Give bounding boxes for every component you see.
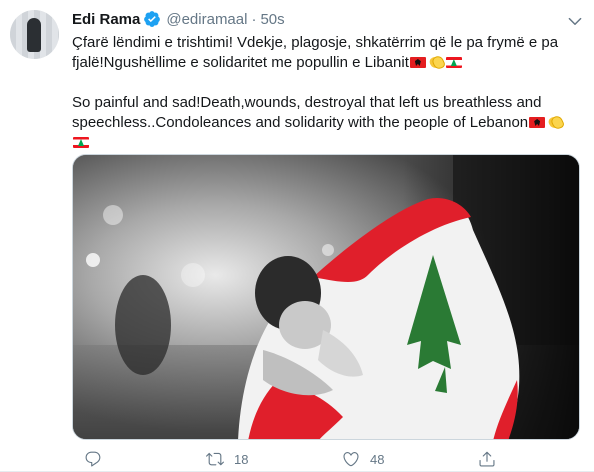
like-count: 48 bbox=[370, 451, 385, 467]
tweet-text: Çfarë lëndimi e trishtimi! Vdekje, plago… bbox=[72, 33, 584, 153]
flag-albania-icon bbox=[409, 57, 426, 68]
reply-button[interactable] bbox=[84, 450, 112, 468]
caret-down-icon[interactable] bbox=[566, 12, 584, 30]
share-button[interactable] bbox=[478, 450, 496, 468]
like-button[interactable]: 48 bbox=[342, 450, 384, 468]
timestamp[interactable]: 50s bbox=[260, 11, 284, 28]
flag-lebanon-icon bbox=[445, 57, 462, 68]
clapping-hands-icon bbox=[547, 115, 563, 129]
retweet-count: 18 bbox=[234, 451, 249, 467]
author-handle[interactable]: @ediramaal bbox=[166, 11, 247, 28]
author-name[interactable]: Edi Rama bbox=[72, 11, 140, 28]
tweet-text-line bbox=[72, 133, 584, 153]
tweet-photo[interactable] bbox=[72, 154, 580, 440]
verified-badge-icon bbox=[143, 10, 161, 28]
tweet-actions: 18 48 bbox=[72, 446, 584, 472]
separator-dot: · bbox=[251, 10, 257, 28]
share-icon bbox=[479, 451, 495, 467]
tweet-header: Edi Rama @ediramaal · 50s bbox=[72, 10, 285, 28]
tweet-text-line: speechless..Condoleances and solidarity … bbox=[72, 113, 584, 133]
photo-boy-wrapped-in-lebanese-flag bbox=[73, 155, 579, 439]
flag-albania-icon bbox=[529, 117, 546, 128]
reply-icon bbox=[85, 451, 101, 467]
tweet-text-line: So painful and sad!Death,wounds, destroy… bbox=[72, 94, 542, 111]
like-icon bbox=[343, 452, 359, 467]
tweet-text-line: Çfarë lëndimi e trishtimi! Vdekje, plago… bbox=[72, 34, 559, 51]
flag-lebanon-icon bbox=[73, 137, 89, 148]
clapping-hands-icon bbox=[428, 55, 444, 69]
retweet-button[interactable]: 18 bbox=[206, 450, 248, 468]
tweet-text-line: fjalë!Ngushëllime e solidaritet me popul… bbox=[72, 53, 584, 73]
retweet-icon bbox=[206, 452, 224, 466]
tweet[interactable]: Edi Rama @ediramaal · 50s Çfarë lëndimi … bbox=[0, 0, 594, 472]
avatar[interactable] bbox=[10, 10, 59, 59]
